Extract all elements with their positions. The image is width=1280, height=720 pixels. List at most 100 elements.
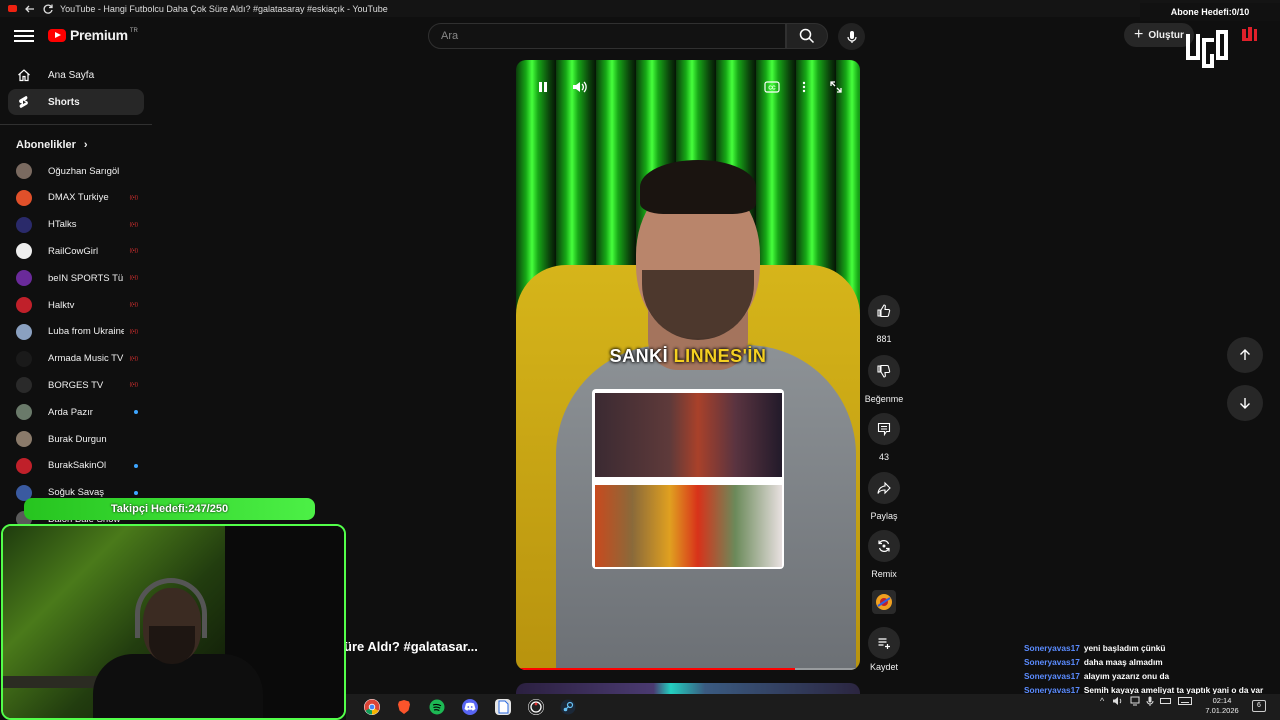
live-indicator-icon: ((•)) <box>129 221 138 228</box>
chat-text: daha maaş almadım <box>1083 657 1163 667</box>
channel-avatar <box>16 243 32 260</box>
steam-taskbar-icon[interactable] <box>560 699 576 715</box>
captions-button[interactable]: CC <box>763 78 781 96</box>
thumbs-down-icon <box>877 364 891 378</box>
sidebar-divider <box>0 124 152 125</box>
subscription-item[interactable]: Arda Pazır <box>16 402 138 422</box>
channel-name: Burak Durgun <box>48 433 107 445</box>
subscription-item[interactable]: Oğuzhan Sarıgöl <box>16 161 138 181</box>
subscription-item[interactable]: HTalks ((•)) <box>16 215 138 235</box>
channel-name: Oğuzhan Sarıgöl <box>48 165 120 177</box>
home-icon <box>16 67 32 83</box>
file-taskbar-icon[interactable] <box>495 699 511 715</box>
comment-count: 43 <box>878 452 889 462</box>
youtube-premium-logo[interactable]: Premium TR <box>48 27 138 43</box>
sidebar-item-shorts[interactable]: Shorts <box>8 89 144 115</box>
subscription-item[interactable]: Halktv ((•)) <box>16 295 138 315</box>
hamburger-menu-icon[interactable] <box>14 27 34 47</box>
more-vertical-icon <box>802 81 806 93</box>
subscription-item[interactable]: beIN SPORTS Tü... ((•)) <box>16 268 138 288</box>
closed-captions-icon: CC <box>764 81 780 93</box>
chat-message: Soneryavas17 alayım yazarız onu da <box>1024 669 1274 683</box>
channel-name: Armada Music TV <box>48 353 124 365</box>
like-button[interactable]: 881 <box>866 295 902 344</box>
subscription-item[interactable]: Luba from Ukraine ((•)) <box>16 322 138 342</box>
pause-button[interactable] <box>534 78 552 96</box>
video-person-hair <box>640 160 756 214</box>
browser-title-bar: YouTube - Hangi Futbolcu Daha Çok Süre A… <box>0 0 1280 17</box>
share-button[interactable]: Paylaş <box>866 472 902 521</box>
fullscreen-button[interactable] <box>827 78 845 96</box>
voice-search-button[interactable] <box>838 23 865 50</box>
comments-button[interactable]: 43 <box>866 413 902 462</box>
chat-message: Soneryavas17 daha maaş almadım <box>1024 655 1274 669</box>
subscriptions-title: Abonelikler <box>16 139 76 151</box>
caption-white-text: SANKİ <box>609 346 674 366</box>
playlist-add-icon <box>878 638 890 649</box>
search-input[interactable]: Ara <box>428 23 786 49</box>
discord-taskbar-icon[interactable] <box>462 699 478 715</box>
channel-name: RailCowGirl <box>48 245 99 257</box>
volume-button[interactable] <box>571 78 589 96</box>
caption-yellow-text: LINNES'İN <box>673 346 767 366</box>
chat-message: Soneryavas17 yeni başladım çünkü <box>1024 641 1274 655</box>
subscription-item[interactable]: Armada Music TV ((•)) <box>16 349 138 369</box>
channel-name: HTalks <box>48 219 77 231</box>
brave-taskbar-icon[interactable] <box>396 699 412 715</box>
save-button[interactable]: Kaydet <box>866 627 902 672</box>
sidebar-item-home[interactable]: Ana Sayfa <box>8 62 144 88</box>
live-indicator-icon: ((•)) <box>129 194 138 201</box>
sound-thumbnail[interactable] <box>872 590 896 614</box>
channel-avatar <box>16 431 32 447</box>
subscriptions-header[interactable]: Abonelikler › <box>16 139 88 151</box>
back-arrow-icon[interactable] <box>24 3 36 15</box>
display-tray-icon[interactable] <box>1130 696 1140 706</box>
subscription-item[interactable]: RailCowGirl ((•)) <box>16 241 138 261</box>
save-label: Kaydet <box>869 662 899 672</box>
mic-tray-icon[interactable] <box>1146 696 1154 706</box>
video-progress-bar[interactable] <box>516 668 860 670</box>
battery-tray-icon[interactable] <box>1160 696 1172 706</box>
channel-avatar <box>16 163 32 179</box>
taskbar-clock[interactable]: 02:14 7.01.2026 <box>1204 696 1240 716</box>
subscriber-goal-overlay: Abone Hedefi:0/10 <box>1140 3 1280 21</box>
obs-taskbar-icon[interactable] <box>528 699 544 715</box>
expand-icon <box>830 81 842 93</box>
chat-username: Soneryavas17 <box>1024 657 1080 667</box>
tray-chevron-up-icon[interactable]: ^ <box>1100 696 1104 706</box>
live-indicator-icon: ((•)) <box>129 355 138 362</box>
speaker-tray-icon[interactable] <box>1112 696 1124 706</box>
chat-text: yeni başladım çünkü <box>1083 643 1166 653</box>
subscription-item[interactable]: DMAX Turkiye ((•)) <box>16 188 138 208</box>
subscription-item[interactable]: BurakSakinOl <box>16 456 138 476</box>
channel-name: BurakSakinOl <box>48 460 107 472</box>
channel-avatar <box>16 323 32 340</box>
remix-button[interactable]: Remix <box>866 530 902 579</box>
logo-text: Premium <box>70 27 128 43</box>
search-button[interactable] <box>786 23 828 49</box>
spotify-taskbar-icon[interactable] <box>429 699 445 715</box>
subscription-item[interactable]: Burak Durgun <box>16 429 138 449</box>
chat-username: Soneryavas17 <box>1024 671 1080 681</box>
previous-short-button[interactable] <box>1227 337 1263 373</box>
share-icon <box>877 481 891 495</box>
notification-center-icon[interactable]: 6 <box>1252 700 1266 712</box>
channel-badge-icon <box>1240 26 1258 44</box>
arrow-up-icon <box>1240 349 1250 360</box>
dislike-label: Beğenme <box>864 394 904 404</box>
streamer-body <box>93 654 263 718</box>
subscription-item[interactable]: BORGES TV ((•)) <box>16 375 138 395</box>
shorts-video-player[interactable]: SANKİ LINNES'İN CC <box>516 60 860 670</box>
reload-icon[interactable] <box>42 3 54 15</box>
chat-text: alayım yazarız onu da <box>1083 671 1170 681</box>
next-short-button[interactable] <box>1227 385 1263 421</box>
chrome-taskbar-icon[interactable] <box>364 699 380 715</box>
new-content-dot-icon <box>134 490 138 495</box>
dislike-button[interactable]: Beğenme <box>865 355 903 404</box>
channel-avatar <box>16 377 32 394</box>
channel-avatar <box>16 216 32 233</box>
keyboard-tray-icon[interactable] <box>1178 696 1193 706</box>
more-options-button[interactable] <box>795 78 813 96</box>
channel-name: beIN SPORTS Tü... <box>48 272 124 284</box>
follower-goal-overlay: Takipçi Hedefi:247/250 <box>24 498 315 520</box>
